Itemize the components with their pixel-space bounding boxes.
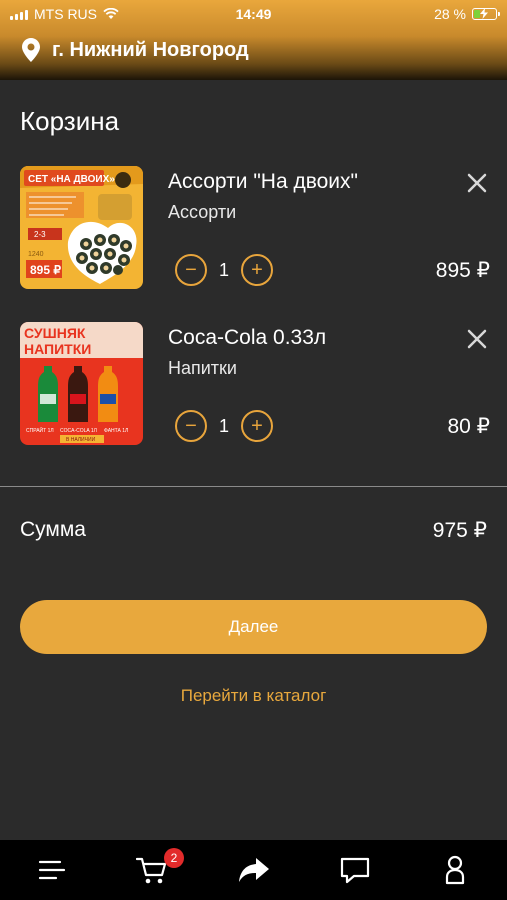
item-name: Coca-Cola 0.33л: [168, 326, 327, 349]
go-to-catalog-link[interactable]: Перейти в каталог: [0, 686, 507, 706]
image-caption: В НАЛИЧИИ: [66, 437, 96, 443]
cart-count-badge: 2: [164, 848, 184, 868]
battery-icon: [472, 8, 500, 20]
total-value: 975 ₽: [432, 519, 487, 542]
divider: [0, 486, 507, 487]
quantity-stepper: − 1 +: [175, 254, 273, 286]
tab-menu[interactable]: [32, 850, 72, 890]
battery-percent: 28 %: [434, 6, 466, 22]
image-price: 895 ₽: [30, 263, 61, 277]
signal-icon: [10, 9, 28, 20]
status-right: 28 %: [434, 0, 500, 28]
decrease-quantity-button[interactable]: −: [175, 254, 207, 286]
increase-quantity-button[interactable]: +: [241, 410, 273, 442]
image-label-1: СПРАЙТ 1Л: [26, 426, 54, 434]
decrease-quantity-button[interactable]: −: [175, 410, 207, 442]
charging-icon: [480, 8, 488, 19]
item-category: Ассорти: [168, 202, 237, 222]
chat-icon: [340, 857, 370, 884]
location-selector[interactable]: г. Нижний Новгород: [22, 38, 249, 62]
image-title-line2: НАПИТКИ: [24, 341, 91, 357]
cart-item: СУШНЯК НАПИТКИ СПРАЙТ 1Л COCA-COLA 1Л ФА…: [20, 322, 490, 447]
set-for-two-illustration: СЕТ «НА ДВОИХ» 2-3 1240 895 ₽: [20, 166, 143, 289]
next-button[interactable]: Далее: [20, 600, 487, 654]
item-category: Напитки: [168, 358, 237, 378]
remove-item-button[interactable]: [464, 326, 490, 352]
remove-item-button[interactable]: [464, 170, 490, 196]
item-price: 80 ₽: [447, 415, 490, 438]
cart-item: СЕТ «НА ДВОИХ» 2-3 1240 895 ₽ Ассорти "Н…: [20, 166, 490, 291]
tab-cart[interactable]: 2: [132, 848, 184, 890]
drinks-illustration: СУШНЯК НАПИТКИ СПРАЙТ 1Л COCA-COLA 1Л ФА…: [20, 322, 143, 445]
status-bar: MTS RUS 14:49 28 %: [0, 0, 507, 28]
image-label-2: COCA-COLA 1Л: [60, 428, 97, 434]
page-title: Корзина: [20, 106, 120, 136]
item-name: Ассорти "На двоих": [168, 170, 358, 193]
total-label: Сумма: [20, 518, 86, 541]
tab-share[interactable]: [234, 850, 274, 890]
location-label: г. Нижний Новгород: [52, 38, 249, 61]
wifi-icon: [103, 8, 119, 19]
image-title-line1: СУШНЯК: [24, 325, 86, 341]
tab-chat[interactable]: [335, 850, 375, 890]
menu-icon: [38, 860, 66, 880]
quantity-value: 1: [218, 415, 229, 436]
item-price: 895 ₽: [435, 259, 490, 282]
image-weight: 1240: [28, 251, 44, 258]
quantity-value: 1: [218, 259, 229, 280]
increase-quantity-button[interactable]: +: [241, 254, 273, 286]
carrier-label: MTS RUS: [34, 6, 97, 22]
close-icon: [467, 173, 487, 193]
close-icon: [467, 329, 487, 349]
product-image-drinks[interactable]: СУШНЯК НАПИТКИ СПРАЙТ 1Л COCA-COLA 1Л ФА…: [20, 322, 143, 445]
image-label-3: ФАНТА 1Л: [104, 428, 128, 434]
map-pin-icon: [22, 38, 40, 62]
product-image-set-for-two[interactable]: СЕТ «НА ДВОИХ» 2-3 1240 895 ₽: [20, 166, 143, 289]
image-banner: СЕТ «НА ДВОИХ»: [28, 174, 115, 185]
quantity-stepper: − 1 +: [175, 410, 273, 442]
share-arrow-icon: [239, 858, 269, 882]
image-badge: 2-3: [34, 230, 46, 239]
status-left: MTS RUS: [10, 6, 180, 22]
app-header: MTS RUS 14:49 28 % г. Нижний Новгород: [0, 0, 507, 80]
tab-profile[interactable]: [435, 850, 475, 890]
profile-icon: [445, 855, 465, 885]
bottom-tab-bar: 2: [0, 840, 507, 900]
